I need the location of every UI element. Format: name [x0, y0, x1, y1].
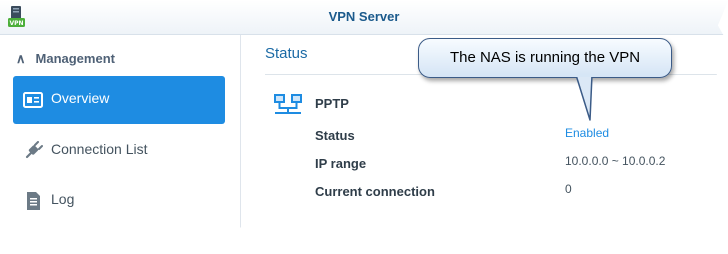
sidebar: ∧ Management Overview Connection List Lo… — [0, 35, 241, 235]
chevron-up-icon: ∧ — [16, 51, 26, 66]
overview-card-icon — [23, 92, 43, 108]
pptp-heading: PPTP — [315, 96, 349, 111]
sidebar-item-label: Log — [51, 191, 75, 207]
sidebar-item-label: Overview — [51, 90, 110, 106]
status-value-link[interactable]: Enabled — [565, 126, 609, 140]
plug-icon — [25, 141, 43, 159]
annotation-callout: The NAS is running the VPN — [418, 38, 672, 78]
sidebar-item-label: Connection List — [51, 141, 148, 157]
network-icon — [274, 94, 302, 114]
sidebar-item-overview[interactable]: Overview — [13, 76, 225, 124]
title-bar: VPN VPN Server — [0, 0, 728, 35]
window-title: VPN Server — [328, 9, 400, 24]
log-document-icon — [27, 192, 40, 210]
ip-range-label: IP range — [315, 156, 367, 171]
current-connection-value: 0 — [565, 182, 572, 196]
callout-pointer — [575, 74, 593, 121]
sidebar-item-connection-list[interactable]: Connection List — [13, 127, 225, 175]
sidebar-item-log[interactable]: Log — [13, 177, 225, 225]
management-section-header[interactable]: ∧ Management — [16, 51, 115, 67]
status-label: Status — [315, 128, 355, 143]
torn-screenshot-sheet: VPN VPN Server ∧ Management Overview Conn… — [0, 0, 728, 235]
management-section-label: Management — [35, 51, 115, 66]
current-connection-label: Current connection — [315, 184, 435, 199]
status-section-title: Status — [265, 45, 308, 62]
ip-range-value: 10.0.0.0 ~ 10.0.0.2 — [565, 154, 666, 168]
